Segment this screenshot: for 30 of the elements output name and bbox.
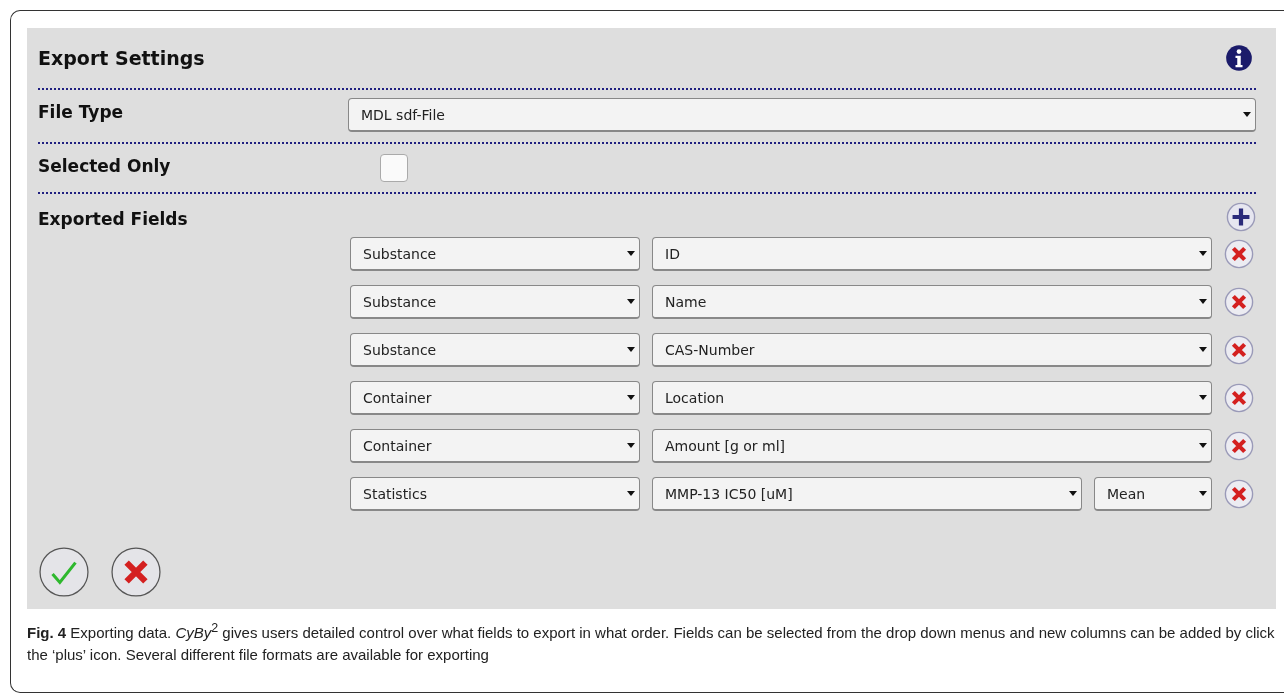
source-dropdown[interactable]: Container <box>350 381 640 415</box>
panel-title: Export Settings <box>38 47 205 69</box>
add-icon[interactable] <box>1226 202 1256 232</box>
file-type-dropdown[interactable]: MDL sdf-File <box>348 98 1256 132</box>
remove-icon[interactable] <box>1224 287 1254 317</box>
source-dropdown[interactable]: Container <box>350 429 640 463</box>
aggregate-dropdown[interactable]: Mean <box>1094 477 1212 511</box>
source-dropdown[interactable]: Substance <box>350 237 640 271</box>
field-label: File Type <box>38 101 125 122</box>
field-label: Exported Fields <box>38 208 189 229</box>
source-dropdown[interactable]: Substance <box>350 333 640 367</box>
source-dropdown[interactable]: Substance <box>350 285 640 319</box>
figure-caption: Fig. 4 Exporting data. CyBy$^{2}$ gives users detailed control over what fields to export in what order. Fields can be selected from the drop down menus and new columns can be added by click the ‘plus’ icon. Several different file formats are available for exporting <box>27 620 1276 665</box>
remove-icon[interactable] <box>1224 431 1254 461</box>
confirm-icon[interactable] <box>39 547 89 597</box>
field-label: Selected Only <box>38 155 172 176</box>
source-dropdown[interactable]: Statistics <box>350 477 640 511</box>
field-dropdown[interactable]: Location <box>652 381 1212 415</box>
field-dropdown[interactable]: MMP-13 IC50 [uM] <box>652 477 1082 511</box>
cancel-icon[interactable] <box>111 547 161 597</box>
remove-icon[interactable] <box>1224 239 1254 269</box>
info-icon[interactable] <box>1225 44 1253 72</box>
remove-icon[interactable] <box>1224 383 1254 413</box>
checkbox[interactable] <box>380 154 408 182</box>
field-dropdown[interactable]: Amount [g or ml] <box>652 429 1212 463</box>
field-dropdown[interactable]: Name <box>652 285 1212 319</box>
field-dropdown[interactable]: CAS-Number <box>652 333 1212 367</box>
remove-icon[interactable] <box>1224 479 1254 509</box>
field-dropdown[interactable]: ID <box>652 237 1212 271</box>
remove-icon[interactable] <box>1224 335 1254 365</box>
